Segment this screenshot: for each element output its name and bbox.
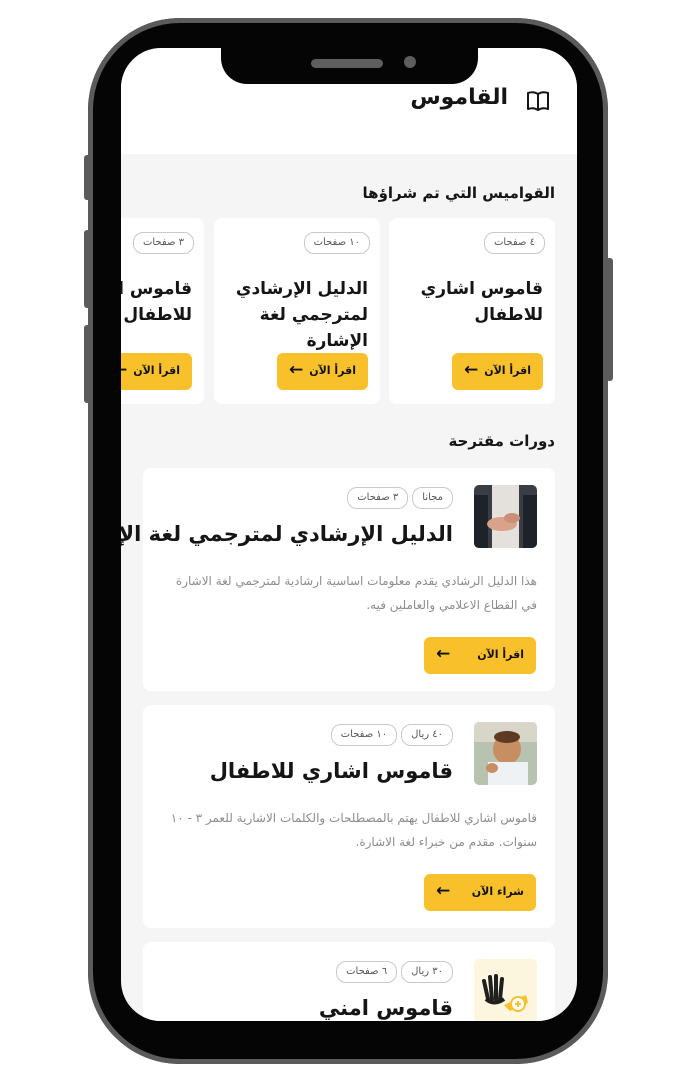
buy-now-label: شراء الآن <box>471 885 524 898</box>
arrow-left-icon: ← <box>289 360 304 380</box>
phone-power-button <box>606 258 613 381</box>
arrow-left-icon: ← <box>436 644 451 664</box>
course-badges: مجانا٣ صفحات <box>343 485 453 509</box>
price-badge: مجانا <box>412 487 453 509</box>
purchased-card[interactable]: ٣ صفحات قاموس اشاري للاطفال اقرأ الآن ← <box>121 218 204 404</box>
suggested-section-title: دورات مقترحة <box>448 432 555 450</box>
pages-badge: ١٠ صفحات <box>303 232 370 254</box>
read-now-label: اقرأ الآن <box>133 364 180 377</box>
course-card[interactable]: ٣٠ ريال٦ صفحات قاموس امني <box>143 942 555 1021</box>
course-card[interactable]: ٤٠ ريال١٠ صفحات قاموس اشاري للاطفال قامو… <box>143 705 555 928</box>
pages-badge: ١٠ صفحات <box>330 724 398 746</box>
course-thumbnail <box>474 959 537 1021</box>
course-title: قاموس اشاري للاطفال <box>209 759 453 783</box>
sign-hands-icon <box>482 974 528 1012</box>
read-now-button[interactable]: اقرأ الآن ← <box>452 353 543 390</box>
read-now-button[interactable]: اقرأ الآن ← <box>424 637 536 674</box>
phone-volume-down-button <box>84 325 91 403</box>
read-now-label: اقرأ الآن <box>484 364 531 377</box>
pages-badge: ٦ صفحات <box>336 961 398 983</box>
phone-mute-button <box>84 155 91 200</box>
pages-badge: ٤ صفحات <box>483 232 545 254</box>
price-badge: ٤٠ ريال <box>401 724 453 746</box>
purchased-card[interactable]: ١٠ صفحات الدليل الإرشادي لمترجمي لغة الإ… <box>214 218 380 404</box>
book-open-icon <box>527 91 549 111</box>
notch <box>221 48 478 84</box>
screen: القاموس القواميس التي تم شراؤها ٤ صفحات … <box>121 48 577 1021</box>
arrow-left-icon: ← <box>464 360 479 380</box>
course-badges: ٤٠ ريال١٠ صفحات <box>327 722 453 746</box>
purchased-section-title: القواميس التي تم شراؤها <box>362 184 555 202</box>
page-title: القاموس <box>410 85 508 110</box>
course-badges: ٣٠ ريال٦ صفحات <box>332 959 453 983</box>
read-now-label: اقرأ الآن <box>477 648 524 661</box>
course-title: الدليل الإرشادي لمترجمي لغة الإشارة <box>121 522 453 546</box>
dictionary-title: الدليل الإرشادي لمترجمي لغة الإشارة <box>235 279 368 351</box>
purchased-card[interactable]: ٤ صفحات قاموس اشاري للاطفال اقرأ الآن ← <box>389 218 555 404</box>
read-now-button[interactable]: اقرأ الآن ← <box>121 353 192 390</box>
course-description: هذا الدليل الرشادي يقدم معلومات اساسية ا… <box>175 574 537 612</box>
phone-volume-up-button <box>84 230 91 308</box>
course-card[interactable]: مجانا٣ صفحات الدليل الإرشادي لمترجمي لغة… <box>121 468 555 691</box>
arrow-left-icon: ← <box>436 881 451 901</box>
arrow-left-icon: ← <box>121 360 127 380</box>
speaker <box>311 59 383 68</box>
course-thumbnail <box>474 485 537 548</box>
price-badge: ٣٠ ريال <box>401 961 453 983</box>
course-description: قاموس اشاري للاطفال يهتم بالمصطلحات والك… <box>170 811 537 849</box>
camera <box>404 56 416 68</box>
read-now-label: اقرأ الآن <box>309 364 356 377</box>
pages-badge: ٣ صفحات <box>347 487 409 509</box>
pages-badge: ٣ صفحات <box>132 232 194 254</box>
dictionary-title: قاموس اشاري للاطفال <box>420 279 543 325</box>
dictionary-title: قاموس اشاري للاطفال <box>121 279 192 325</box>
course-thumbnail <box>474 722 537 785</box>
buy-now-button[interactable]: شراء الآن ← <box>424 874 536 911</box>
course-title: قاموس امني <box>318 996 453 1020</box>
read-now-button[interactable]: اقرأ الآن ← <box>277 353 368 390</box>
